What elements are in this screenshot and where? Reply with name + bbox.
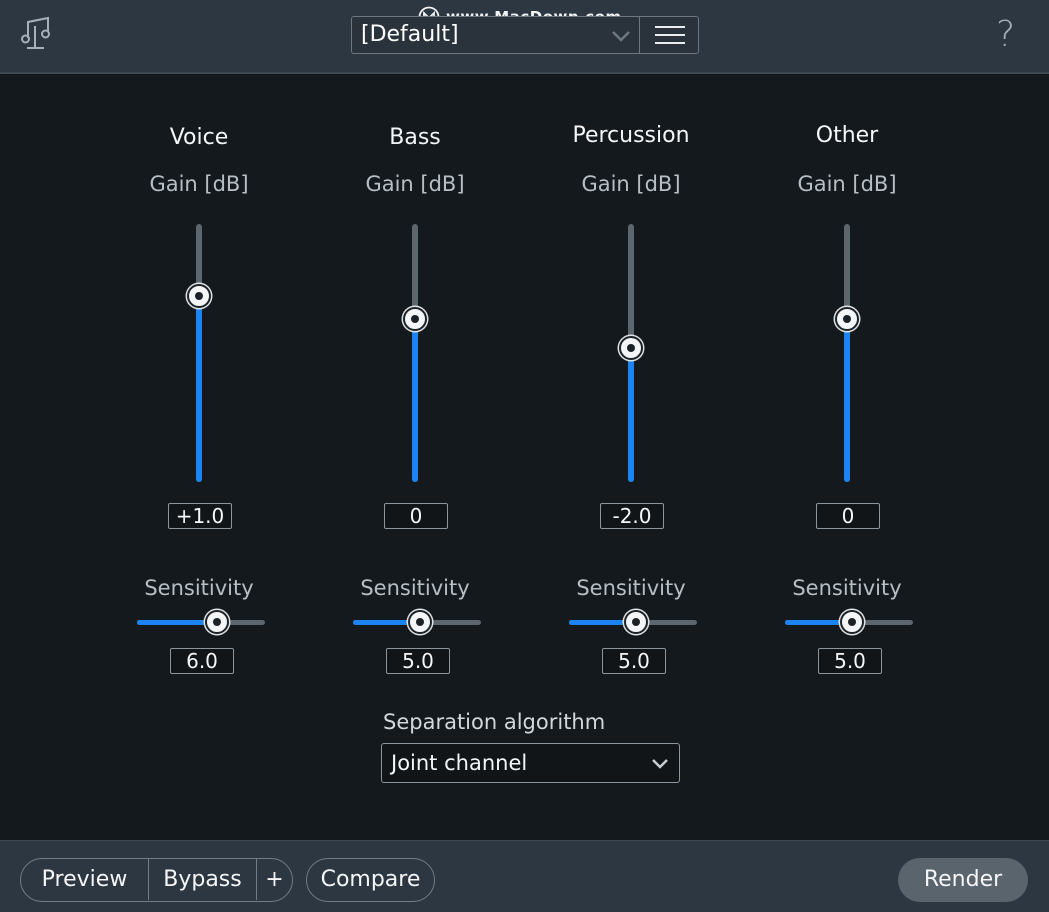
gain-label: Gain [dB] [581,172,681,196]
render-button[interactable]: Render [898,858,1028,902]
gain-slider-fill [196,296,202,482]
channel-strip-voice: Voice Gain [dB] +1.0 Sensitivity 6.0 [89,0,309,700]
channel-title: Other [815,123,879,148]
separation-algorithm-label: Separation algorithm [383,710,606,734]
sensitivity-slider-handle[interactable] [204,610,229,634]
sensitivity-value-field[interactable]: 5.0 [818,648,882,674]
channel-strip-percussion: Percussion Gain [dB] -2.0 Sensitivity 5.0 [521,0,741,700]
gain-slider-fill [844,319,850,482]
sensitivity-label: Sensitivity [792,576,902,600]
chevron-down-icon [652,759,668,769]
sensitivity-label: Sensitivity [360,576,470,600]
gain-slider[interactable] [196,224,202,482]
channel-title: Percussion [572,123,690,148]
gain-slider-handle[interactable] [403,307,427,332]
channel-title: Voice [169,125,229,150]
channel-strip-other: Other Gain [dB] 0 Sensitivity 5.0 [737,0,957,700]
compare-button[interactable]: Compare [306,858,435,902]
gain-label: Gain [dB] [365,172,465,196]
gain-slider-fill [412,319,418,482]
gain-value-field[interactable]: 0 [816,503,880,529]
add-button[interactable]: + [257,859,292,900]
channel-strip-bass: Bass Gain [dB] 0 Sensitivity 5.0 [305,0,525,700]
sensitivity-value-field[interactable]: 5.0 [386,648,450,674]
gain-slider[interactable] [844,224,850,482]
sensitivity-value-field[interactable]: 5.0 [602,648,666,674]
help-icon[interactable]: ? [996,14,1015,55]
gain-value-field[interactable]: +1.0 [168,503,232,529]
music-note-icon[interactable] [20,16,54,54]
separation-algorithm-value: Joint channel [391,751,528,775]
sensitivity-label: Sensitivity [144,576,254,600]
sensitivity-slider-handle[interactable] [408,610,432,634]
preview-button-group: Preview Bypass + [20,858,293,902]
gain-slider[interactable] [412,224,418,482]
sensitivity-slider-handle[interactable] [624,610,648,634]
gain-value-field[interactable]: -2.0 [600,503,664,529]
sensitivity-label: Sensitivity [576,576,686,600]
separation-algorithm-select[interactable]: Joint channel [381,743,680,783]
gain-slider-fill [628,347,634,482]
gain-label: Gain [dB] [797,172,897,196]
channel-title: Bass [389,125,441,150]
sensitivity-slider[interactable] [137,620,265,625]
gain-slider-handle[interactable] [619,335,643,360]
gain-label: Gain [dB] [149,172,249,196]
footer-bar: Preview Bypass + Compare Render [0,840,1049,912]
gain-value-field[interactable]: 0 [384,503,448,529]
sensitivity-value-field[interactable]: 6.0 [170,648,234,674]
gain-slider-handle[interactable] [187,284,211,309]
preview-button[interactable]: Preview [21,859,149,900]
bypass-button[interactable]: Bypass [149,859,257,900]
sensitivity-slider-handle[interactable] [840,610,864,634]
gain-slider-handle[interactable] [835,307,859,332]
